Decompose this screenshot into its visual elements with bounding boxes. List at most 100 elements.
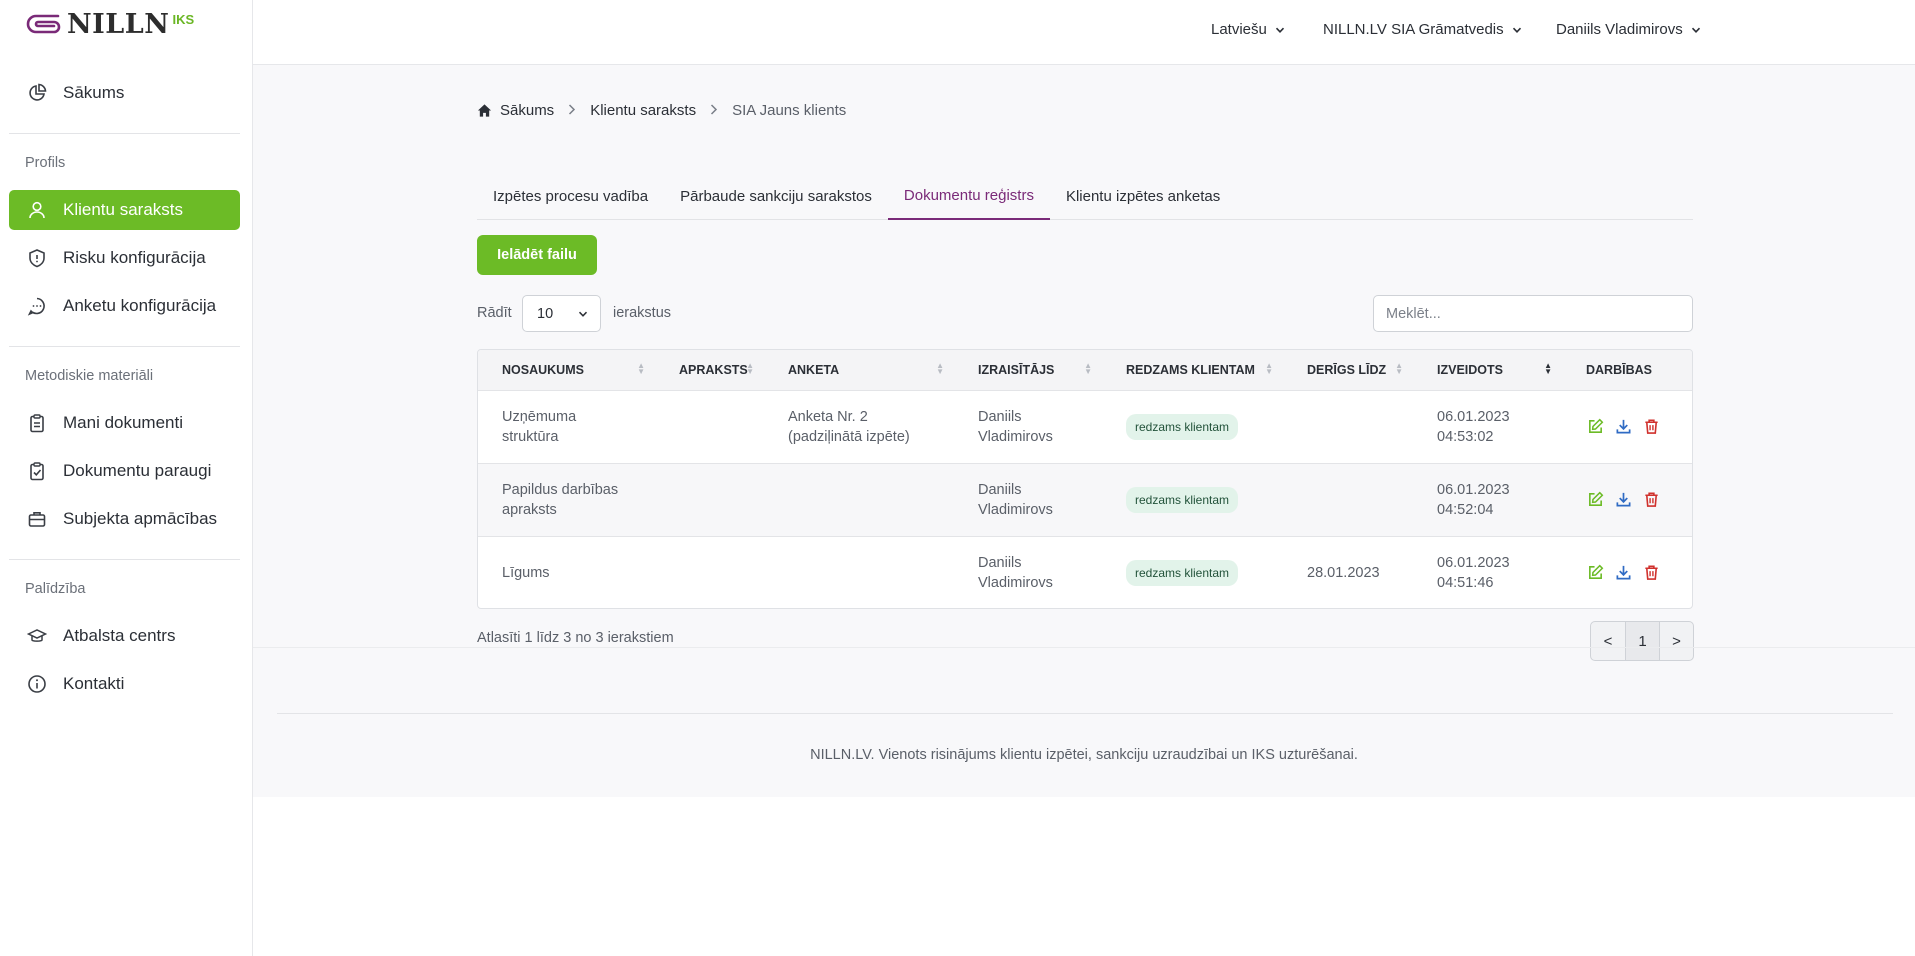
documents-table: Nosaukums ▲ ▼ Apraksts ▲ ▼ Anketa ▲ ▼ Izraisīt… <box>477 349 1693 609</box>
clipboard-check-icon <box>26 460 48 482</box>
sidebar-item-contacts[interactable]: Kontakti <box>9 664 240 704</box>
chevron-down-icon <box>1691 27 1700 33</box>
cell-author: Daniils Vladimirovs <box>978 554 1053 591</box>
sidebar-item-label: Sākums <box>63 83 125 102</box>
user-dropdown[interactable]: Daniils Vladimirovs <box>1556 21 1701 38</box>
graduation-cap-icon <box>26 625 48 647</box>
cell-form <box>764 463 954 536</box>
table-row: Līgums Daniils Vladimirovs redzams klient… <box>478 536 1692 608</box>
chevron-down-icon <box>1275 27 1284 33</box>
sort-icon: ▲ ▼ <box>936 361 944 376</box>
language-dropdown[interactable]: Latviešu <box>1211 21 1285 38</box>
pagination: < 1 > <box>1590 621 1694 661</box>
sidebar-item-trainings[interactable]: Subjekta apmācības <box>9 499 240 539</box>
download-icon[interactable] <box>1614 418 1632 436</box>
tab-client-forms[interactable]: Klientu izpētes anketas <box>1050 172 1236 220</box>
logo-text: NILLN <box>67 9 170 40</box>
cell-visible: redzams klientam <box>1102 536 1283 608</box>
pagination-prev-button[interactable]: < <box>1591 622 1625 660</box>
pie-chart-icon <box>26 82 48 104</box>
trash-icon[interactable] <box>1642 418 1660 436</box>
page-size-value: 10 <box>537 305 554 322</box>
column-header-author[interactable]: Izraisītājs ▲ ▼ <box>954 350 1102 390</box>
tab-bar: Izpētes procesu vadība Pārbaude sankciju… <box>477 172 1693 220</box>
sidebar-item-document-templates[interactable]: Dokumentu paraugi <box>9 451 240 491</box>
status-badge: redzams klientam <box>1126 559 1239 586</box>
tab-document-register[interactable]: Dokumentu reģistrs <box>887 172 1050 220</box>
user-icon <box>26 199 48 221</box>
edit-icon[interactable] <box>1586 418 1604 436</box>
footer-divider <box>277 713 1893 714</box>
sidebar-item-form-config[interactable]: Anketu konfigurācija <box>9 286 240 326</box>
pagination-page-button[interactable]: 1 <box>1625 622 1659 660</box>
chevron-down-icon <box>578 311 588 317</box>
page-size-select[interactable]: 10 <box>522 295 601 332</box>
language-label: Latviešu <box>1211 21 1267 38</box>
sort-icon: ▲ ▼ <box>1265 361 1273 376</box>
entries-label: ierakstus <box>613 305 672 321</box>
column-header-valid-until[interactable]: Derīgs līdz ▲ ▼ <box>1283 350 1413 390</box>
column-header-visible[interactable]: Redzams klientam ▲ ▼ <box>1102 350 1283 390</box>
cell-valid-until <box>1283 390 1413 463</box>
sidebar-item-label: Risku konfigurācija <box>63 248 206 267</box>
status-badge: redzams klientam <box>1126 413 1239 440</box>
table-row: Papildus darbības apraksts Daniils Vladimi… <box>478 463 1692 536</box>
upload-file-button[interactable]: Ielādēt failu <box>477 235 597 275</box>
breadcrumb: Sākums Klientu saraksts SIA Jauns klient… <box>477 102 846 119</box>
sidebar-item-support-center[interactable]: Atbalsta centrs <box>9 616 240 656</box>
sidebar-item-risk-config[interactable]: Risku konfigurācija <box>9 238 240 278</box>
company-dropdown[interactable]: NILLN.LV SIA Grāmatvedis <box>1323 21 1522 38</box>
shield-icon <box>26 247 48 269</box>
sort-icon: ▲ ▼ <box>1544 361 1552 376</box>
sort-icon: ▲ ▼ <box>1395 361 1403 376</box>
cell-created: 06.01.2023 04:53:02 <box>1437 408 1510 445</box>
chat-bubble-icon <box>26 295 48 317</box>
home-icon[interactable] <box>477 103 492 118</box>
cell-description <box>655 390 764 463</box>
cell-description <box>655 536 764 608</box>
sidebar-item-home[interactable]: Sākums <box>9 73 240 113</box>
sidebar-item-label: Klientu saraksts <box>63 200 183 219</box>
cell-name[interactable]: Uzņēmuma struktūra <box>478 390 655 463</box>
cell-created: 06.01.2023 04:52:04 <box>1437 481 1510 518</box>
logo[interactable]: NILLN IKS <box>24 10 194 40</box>
nav-divider <box>9 133 240 134</box>
column-header-name[interactable]: Nosaukums ▲ ▼ <box>478 350 655 390</box>
cell-name[interactable]: Papildus darbības apraksts <box>478 463 655 536</box>
cell-name[interactable]: Līgums <box>478 536 655 608</box>
cell-description <box>655 463 764 536</box>
table-info: Atlasīti 1 līdz 3 no 3 ierakstiem <box>477 630 674 646</box>
trash-icon[interactable] <box>1642 491 1660 509</box>
sort-icon: ▲ ▼ <box>746 361 754 376</box>
chevron-down-icon <box>1512 27 1521 33</box>
cell-author: Daniils Vladimirovs <box>978 481 1053 518</box>
edit-icon[interactable] <box>1586 491 1604 509</box>
edit-icon[interactable] <box>1586 564 1604 582</box>
sidebar-item-label: Dokumentu paraugi <box>63 461 212 480</box>
cell-form: Anketa Nr. 2 (padziļinātā izpēte) <box>788 408 910 445</box>
cell-valid-until: 28.01.2023 <box>1307 564 1380 581</box>
tab-research-process[interactable]: Izpētes procesu vadība <box>477 172 664 220</box>
sidebar-item-my-documents[interactable]: Mani dokumenti <box>9 403 240 443</box>
nav-section-methods: Metodiskie materiāli <box>25 368 154 384</box>
tab-sanctions-check[interactable]: Pārbaude sankciju sarakstos <box>664 172 888 220</box>
column-header-form[interactable]: Anketa ▲ ▼ <box>764 350 954 390</box>
status-badge: redzams klientam <box>1126 486 1239 513</box>
column-header-actions: Darbības <box>1586 362 1652 377</box>
nav-section-profile: Profils <box>25 155 66 171</box>
column-header-created[interactable]: Izveidots ▲ ▼ <box>1413 350 1562 390</box>
cell-created: 06.01.2023 04:51:46 <box>1437 554 1510 591</box>
search-input[interactable] <box>1373 295 1693 332</box>
nav-divider <box>9 346 240 347</box>
download-icon[interactable] <box>1614 564 1632 582</box>
pagination-next-button[interactable]: > <box>1659 622 1693 660</box>
cell-actions <box>1562 463 1692 536</box>
page-bottom-area <box>253 797 1915 956</box>
table-header-row: Nosaukums ▲ ▼ Apraksts ▲ ▼ Anketa ▲ ▼ Izraisīt… <box>478 350 1692 390</box>
breadcrumb-home[interactable]: Sākums <box>500 102 554 119</box>
breadcrumb-client-list[interactable]: Klientu saraksts <box>590 102 696 119</box>
sidebar-item-client-list[interactable]: Klientu saraksts <box>9 190 240 230</box>
column-header-description[interactable]: Apraksts ▲ ▼ <box>655 350 764 390</box>
trash-icon[interactable] <box>1642 564 1660 582</box>
download-icon[interactable] <box>1614 491 1632 509</box>
